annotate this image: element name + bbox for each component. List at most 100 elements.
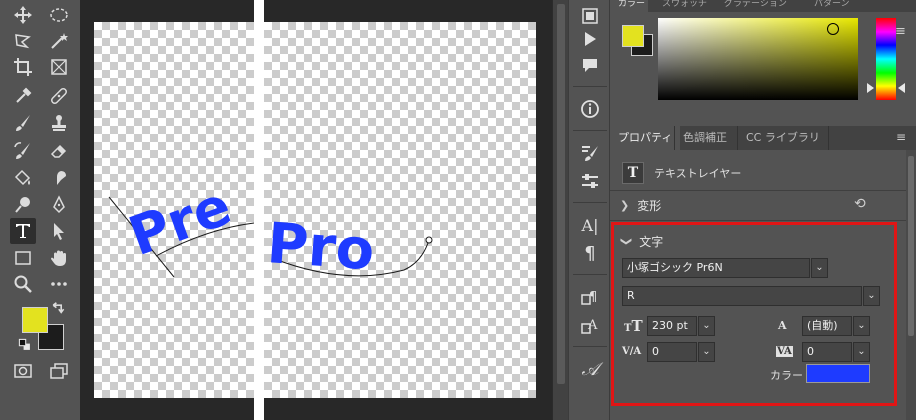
svg-text:¶: ¶ (589, 290, 597, 305)
kerning-dropdown-icon[interactable]: ⌄ (698, 342, 715, 362)
history-brush-icon[interactable] (10, 138, 36, 164)
properties-menu-icon[interactable]: ≡ (896, 130, 906, 144)
tracking-dropdown-icon[interactable]: ⌄ (853, 342, 870, 362)
glyphs-panel-icon[interactable]: 𝒜 (577, 356, 603, 382)
text-layer-icon: T (622, 162, 644, 184)
color-panel-foreground[interactable] (622, 25, 644, 47)
tracking-icon: VA (776, 346, 793, 357)
strip-divider (573, 130, 607, 131)
character-styles-icon[interactable]: A (577, 312, 603, 338)
info-icon[interactable] (577, 96, 603, 122)
tab-cc-libraries[interactable]: CC ライブラリ (737, 126, 829, 150)
magic-wand-icon[interactable] (46, 28, 72, 54)
strip-divider (573, 202, 607, 203)
stamp-icon[interactable] (46, 110, 72, 136)
character-panel-icon[interactable]: A| (577, 212, 603, 238)
font-size-input[interactable]: 230 pt (647, 316, 697, 336)
tab-color[interactable]: カラー (610, 0, 648, 12)
layer-type-label: テキストレイヤー (654, 167, 742, 180)
move-icon[interactable] (10, 2, 36, 28)
lasso-icon[interactable] (10, 28, 36, 54)
transform-label: 変形 (637, 198, 662, 213)
tab-adjustments[interactable]: 色調補正 (674, 126, 735, 150)
foreground-color-swatch[interactable] (22, 307, 48, 333)
text-color-swatch[interactable] (806, 364, 870, 383)
font-family-select[interactable]: 小塚ゴシック Pr6N (622, 258, 810, 278)
hue-slider-handle-left[interactable] (867, 83, 874, 93)
comments-icon[interactable] (577, 52, 603, 78)
chevron-right-icon[interactable]: ❯ (620, 199, 629, 212)
quick-mask-icon[interactable] (10, 358, 36, 384)
paint-bucket-icon[interactable] (10, 165, 36, 191)
strip-divider (573, 274, 607, 275)
color-panel-menu-icon[interactable]: ≡ (895, 24, 906, 39)
kerning-icon: V/A (622, 346, 642, 357)
chevron-down-icon[interactable]: ❯ (620, 237, 633, 246)
paragraph-panel-icon[interactable]: ¶ (577, 240, 603, 266)
picker-cursor[interactable] (827, 23, 839, 35)
brush-settings-icon[interactable] (577, 140, 603, 166)
hue-slider[interactable] (876, 18, 896, 100)
more-icon[interactable] (46, 271, 72, 297)
font-style-select[interactable]: R (622, 286, 862, 306)
right-panel-dock: カラー スウォッチ グラデーション パターン ≡ プロパティ 色調補正 CC ラ… (610, 0, 916, 420)
default-colors-icon[interactable] (18, 338, 32, 352)
tools-panel (0, 0, 80, 420)
text-layer-pro: Pro (265, 211, 376, 283)
character-section-header[interactable]: ❯ 文字 (620, 233, 664, 250)
properties-scrollbar[interactable] (906, 150, 916, 420)
color-picker-field[interactable] (658, 18, 858, 100)
document-canvas-right[interactable]: Pro (264, 22, 536, 398)
document-divider (254, 0, 264, 420)
font-family-dropdown-icon[interactable]: ⌄ (811, 258, 828, 278)
swap-colors-icon[interactable] (50, 302, 66, 318)
adjustments-sliders-icon[interactable] (577, 168, 603, 194)
leading-icon: A (778, 319, 787, 332)
section-divider (610, 220, 906, 221)
leading-select[interactable]: (自動) (802, 316, 852, 336)
zoom-icon[interactable] (10, 271, 36, 297)
character-label: 文字 (639, 235, 664, 249)
screen-mode-icon[interactable] (46, 358, 72, 384)
dodge-icon[interactable] (10, 192, 36, 218)
healing-icon[interactable] (46, 83, 72, 109)
strip-divider (573, 86, 607, 87)
brush-icon[interactable] (10, 110, 36, 136)
hue-slider-handle-right[interactable] (898, 83, 905, 93)
scrollbar-thumb[interactable] (908, 156, 914, 336)
leading-dropdown-icon[interactable]: ⌄ (853, 316, 870, 336)
collapsed-panels-strip: A| ¶ ¶ A 𝒜 (568, 0, 610, 420)
character-section: ❯ 文字 小塚ゴシック Pr6N ⌄ R ⌄ TT 230 pt ⌄ A (自動… (611, 222, 897, 406)
eyedropper-icon[interactable] (10, 83, 36, 109)
pen-icon[interactable] (46, 192, 72, 218)
tab-properties[interactable]: プロパティ (610, 126, 681, 150)
hand-icon[interactable] (46, 245, 72, 271)
svg-text:A: A (587, 318, 598, 333)
properties-panel-tabs: プロパティ 色調補正 CC ライブラリ ≡ (610, 126, 916, 150)
crop-icon[interactable] (10, 54, 36, 80)
text-color-label: カラー (770, 369, 803, 382)
marquee-icon[interactable] (46, 2, 72, 28)
frame-icon[interactable] (46, 54, 72, 80)
canvas-vertical-scrollbar[interactable] (552, 0, 568, 420)
path-select-icon[interactable] (46, 218, 72, 244)
smudge-icon[interactable] (46, 165, 72, 191)
tab-gradients[interactable]: グラデーション (720, 0, 787, 12)
font-size-dropdown-icon[interactable]: ⌄ (698, 316, 715, 336)
transform-section-header[interactable]: ❯ 変形 (620, 196, 661, 214)
eraser-icon[interactable] (46, 138, 72, 164)
rectangle-icon[interactable] (10, 245, 36, 271)
paragraph-styles-icon[interactable]: ¶ (577, 284, 603, 310)
font-style-dropdown-icon[interactable]: ⌄ (863, 286, 880, 306)
tab-swatches[interactable]: スウォッチ (658, 0, 707, 12)
strip-divider (573, 346, 607, 347)
tab-patterns[interactable]: パターン (810, 0, 850, 12)
document-canvas-left[interactable]: Pre (94, 22, 254, 398)
scrollbar-thumb[interactable] (557, 4, 565, 384)
type-icon[interactable] (10, 218, 36, 244)
font-size-icon: TT (624, 317, 643, 335)
kerning-select[interactable]: 0 (647, 342, 697, 362)
play-actions-icon[interactable] (577, 26, 603, 52)
tracking-select[interactable]: 0 (802, 342, 852, 362)
reset-transform-icon[interactable]: ⟲ (854, 196, 866, 212)
